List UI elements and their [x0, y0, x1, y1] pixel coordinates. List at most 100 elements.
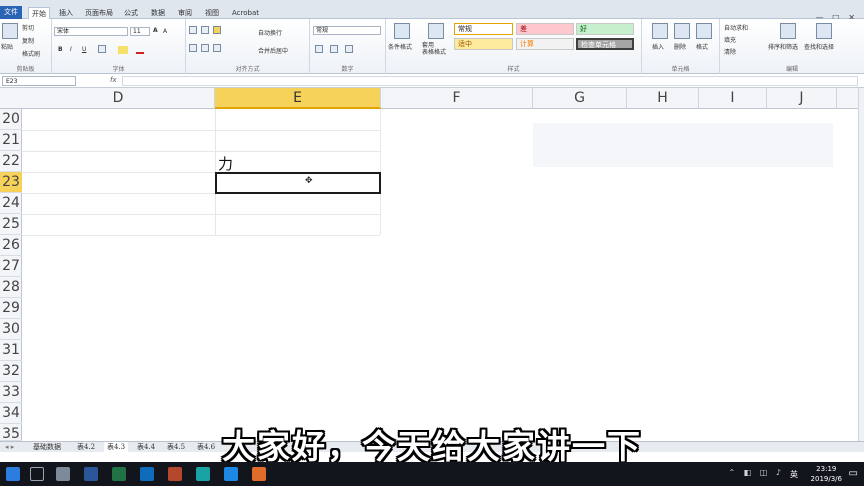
sort-filter-button[interactable]: 排序和筛选 — [768, 42, 798, 51]
style-neutral[interactable]: 适中 — [454, 38, 513, 50]
clear-button[interactable]: 清除 — [724, 47, 736, 56]
cell-e22[interactable]: 力 — [218, 153, 233, 174]
align-left-icon[interactable] — [189, 44, 197, 52]
font-size-select[interactable]: 11 — [130, 27, 150, 36]
tab-page-layout[interactable]: 页面布局 — [82, 7, 116, 19]
active-cell-e23[interactable] — [215, 172, 381, 194]
copy-button[interactable]: 复制 — [22, 36, 34, 45]
tab-file[interactable]: 文件 — [0, 6, 22, 19]
row-header[interactable]: 26 — [0, 235, 22, 256]
underline-button[interactable]: U — [82, 46, 86, 53]
row-header[interactable]: 24 — [0, 193, 22, 214]
delete-cells-button[interactable]: 删除 — [674, 42, 686, 51]
clock[interactable]: 23:19 2019/3/6 — [811, 464, 842, 484]
merge-center-button[interactable]: 合并后居中 — [258, 46, 288, 55]
style-good[interactable]: 好 — [576, 23, 634, 35]
fill-button[interactable]: 填充 — [724, 35, 736, 44]
row-header[interactable]: 32 — [0, 361, 22, 382]
style-bad[interactable]: 差 — [516, 23, 574, 35]
style-check-cell[interactable]: 检查单元格 — [576, 38, 634, 50]
autosum-button[interactable]: 自动求和 — [724, 23, 748, 32]
comma-icon[interactable] — [345, 45, 353, 53]
align-top-icon[interactable] — [189, 26, 197, 34]
row-header[interactable]: 30 — [0, 319, 22, 340]
notification-icon[interactable]: ▭ — [849, 468, 858, 479]
grow-font-button[interactable]: A — [153, 27, 158, 34]
input-language[interactable]: 英 — [790, 469, 798, 480]
fill-color-icon[interactable] — [118, 46, 128, 54]
border-icon[interactable] — [98, 45, 106, 53]
edge-icon[interactable] — [140, 467, 154, 481]
name-box[interactable]: E23 — [2, 76, 76, 86]
italic-button[interactable]: I — [70, 46, 72, 53]
align-right-icon[interactable] — [213, 44, 221, 52]
sort-filter-icon[interactable] — [780, 23, 796, 39]
row-header[interactable]: 21 — [0, 130, 22, 151]
row-header-selected[interactable]: 23 — [0, 172, 22, 193]
row-header[interactable]: 33 — [0, 382, 22, 403]
shrink-font-button[interactable]: A — [163, 28, 167, 35]
tab-insert[interactable]: 插入 — [56, 7, 76, 19]
bold-button[interactable]: B — [58, 46, 63, 53]
cut-button[interactable]: 剪切 — [22, 23, 34, 32]
column-header-g[interactable]: G — [533, 88, 627, 109]
insert-cells-icon[interactable] — [652, 23, 668, 39]
system-tray-icons[interactable]: ⌃ ◧ ◫ ♪ — [728, 468, 784, 477]
find-select-icon[interactable] — [816, 23, 832, 39]
paste-icon[interactable] — [2, 23, 18, 39]
task-view-icon[interactable] — [30, 467, 44, 481]
number-format-select[interactable]: 常规 — [313, 26, 381, 35]
tab-acrobat[interactable]: Acrobat — [229, 7, 262, 19]
wrap-text-button[interactable]: 自动换行 — [258, 28, 282, 37]
calculator-icon[interactable] — [56, 467, 70, 481]
conditional-format-button[interactable]: 条件格式 — [388, 42, 412, 51]
conditional-format-icon[interactable] — [394, 23, 410, 39]
format-cells-button[interactable]: 格式 — [696, 42, 708, 51]
column-header-f[interactable]: F — [381, 88, 533, 109]
column-header-i[interactable]: I — [699, 88, 767, 109]
format-painter-button[interactable]: 格式刷 — [22, 49, 40, 58]
cell-grid[interactable]: 力 ✥ — [22, 109, 864, 441]
app-icon[interactable] — [196, 467, 210, 481]
format-cells-icon[interactable] — [696, 23, 712, 39]
percent-icon[interactable] — [330, 45, 338, 53]
column-header-j[interactable]: J — [767, 88, 837, 109]
row-header[interactable]: 29 — [0, 298, 22, 319]
app-icon[interactable] — [224, 467, 238, 481]
app-icon[interactable] — [252, 467, 266, 481]
row-header[interactable]: 28 — [0, 277, 22, 298]
formula-input[interactable] — [122, 76, 858, 86]
vertical-scrollbar[interactable] — [858, 88, 864, 441]
tab-data[interactable]: 数据 — [148, 7, 168, 19]
app-icon[interactable] — [168, 467, 182, 481]
delete-cells-icon[interactable] — [674, 23, 690, 39]
align-center-icon[interactable] — [201, 44, 209, 52]
insert-function-icon[interactable]: fx — [110, 76, 117, 84]
insert-cells-button[interactable]: 插入 — [652, 42, 664, 51]
column-header-d[interactable]: D — [22, 88, 215, 109]
row-header[interactable]: 22 — [0, 151, 22, 172]
tab-formulas[interactable]: 公式 — [121, 7, 141, 19]
word-icon[interactable] — [84, 467, 98, 481]
font-name-select[interactable]: 宋体 — [54, 27, 128, 36]
currency-icon[interactable] — [315, 45, 323, 53]
style-calculation[interactable]: 计算 — [516, 38, 574, 50]
column-header-e[interactable]: E — [215, 88, 381, 109]
align-bottom-icon[interactable] — [213, 26, 221, 34]
tab-view[interactable]: 视图 — [202, 7, 222, 19]
paste-button[interactable]: 粘贴 — [1, 42, 13, 51]
find-select-button[interactable]: 查找和选择 — [804, 42, 834, 51]
row-header[interactable]: 27 — [0, 256, 22, 277]
font-color-icon[interactable] — [136, 45, 144, 54]
format-as-table-button[interactable]: 套用 表格格式 — [422, 42, 446, 56]
start-icon[interactable] — [6, 467, 20, 481]
column-header-h[interactable]: H — [627, 88, 699, 109]
row-header[interactable]: 25 — [0, 214, 22, 235]
align-middle-icon[interactable] — [201, 26, 209, 34]
format-as-table-icon[interactable] — [428, 23, 444, 39]
tab-review[interactable]: 审阅 — [175, 7, 195, 19]
excel-icon[interactable] — [112, 467, 126, 481]
row-header[interactable]: 31 — [0, 340, 22, 361]
style-normal[interactable]: 常规 — [454, 23, 513, 35]
row-header[interactable]: 20 — [0, 109, 22, 130]
